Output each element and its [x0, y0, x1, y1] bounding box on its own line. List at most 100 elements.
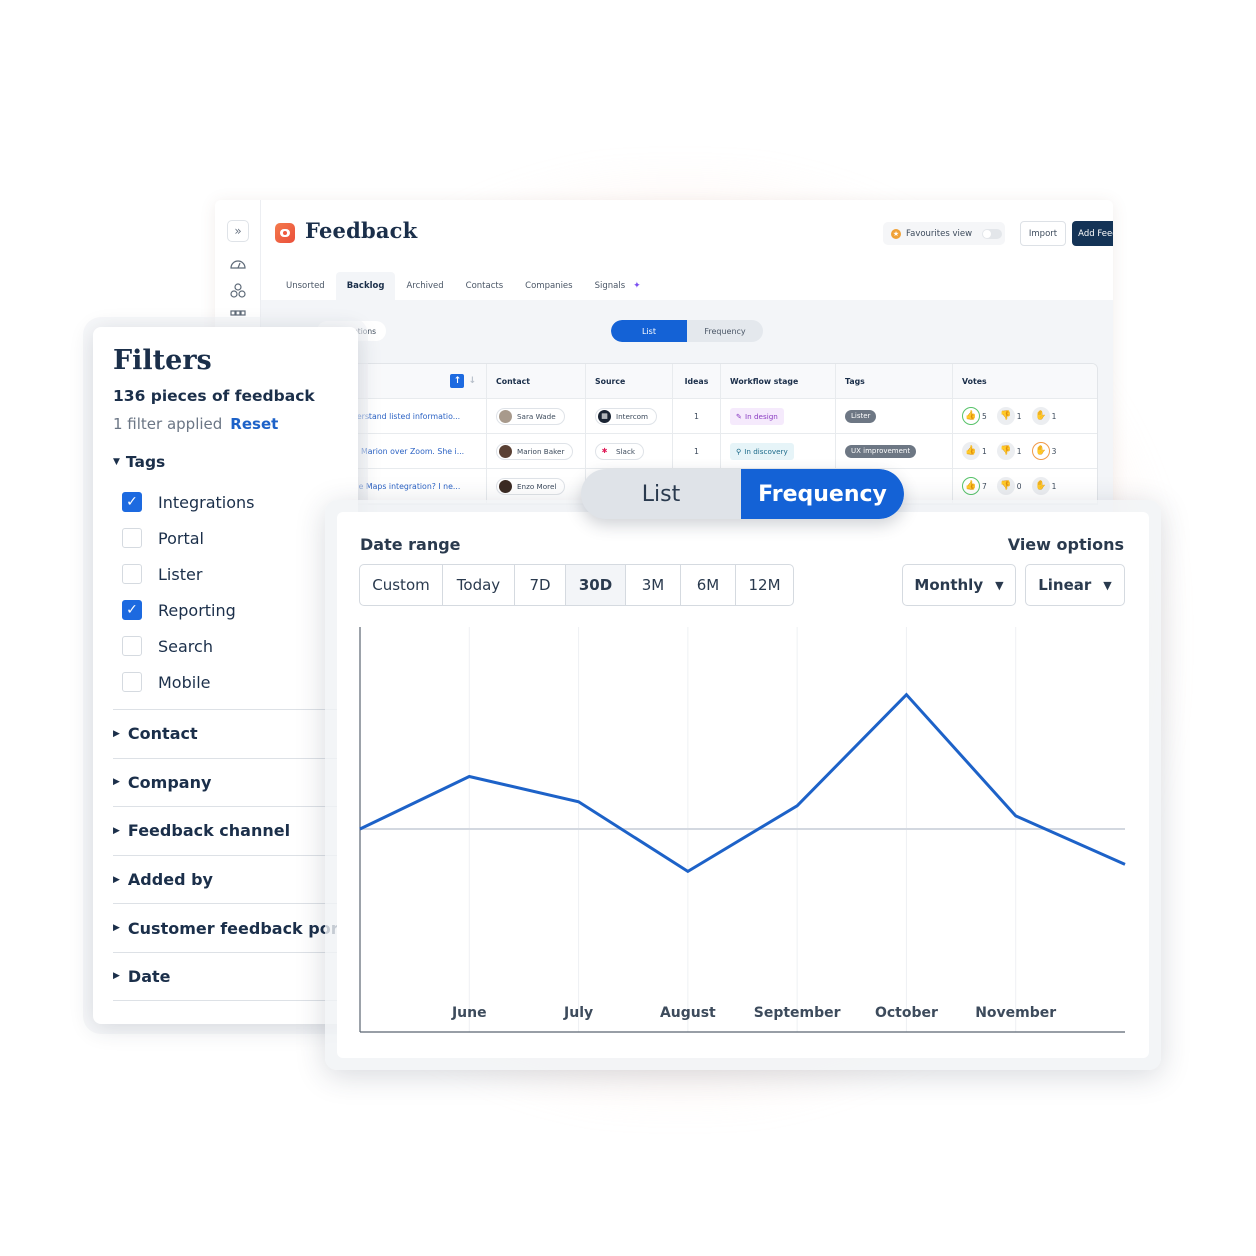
dropdown-caret-icon: ▼	[995, 578, 1004, 592]
section-label: Contact	[127, 724, 198, 744]
thumbs-up-icon: 👍	[962, 477, 980, 495]
range-12m-button[interactable]: 12M	[736, 565, 793, 605]
source-pill: ▦ Intercom	[595, 407, 658, 425]
tags-section-toggle[interactable]: ▼ Tags	[113, 453, 165, 471]
hand-vote[interactable]: ✋ 3	[1031, 442, 1056, 460]
reset-filters-link[interactable]: Reset	[230, 415, 278, 433]
filter-section-contact[interactable]: ▶ Contact	[113, 709, 343, 758]
x-tick-label: October	[875, 1005, 938, 1021]
tag-option-label: Reporting	[158, 600, 236, 620]
downvote[interactable]: 👎 1	[996, 442, 1022, 460]
checkbox[interactable]	[122, 564, 142, 584]
import-button[interactable]: Import	[1020, 221, 1066, 246]
column-header-contact[interactable]: Contact	[487, 364, 586, 398]
favourites-view-toggle[interactable]: ★ Favourites view	[883, 222, 1005, 245]
ideas-cluster-icon[interactable]	[229, 282, 247, 300]
grid-icon[interactable]	[229, 308, 247, 326]
hand-vote[interactable]: ✋ 1	[1031, 477, 1057, 495]
tab-label: Contacts	[465, 281, 504, 291]
range-30d-button[interactable]: 30D	[566, 565, 626, 605]
tag-badge: UX improvement	[845, 444, 917, 458]
tab-contacts[interactable]: Contacts	[455, 272, 515, 300]
tab-label: Backlog	[346, 281, 385, 291]
range-3m-button[interactable]: 3M	[626, 565, 681, 605]
feedback-title-link[interactable]: oogle Maps integration? I ne...	[342, 482, 476, 491]
frequency-view-button[interactable]: Frequency	[741, 469, 904, 519]
avatar	[499, 409, 512, 423]
downvote[interactable]: 👎 0	[996, 477, 1022, 495]
sort-ascending-icon[interactable]: ↑	[450, 374, 465, 388]
caret-right-icon: ▶	[113, 825, 120, 836]
filter-section-added-by[interactable]: ▶ Added by	[113, 854, 343, 904]
sort-descending-icon[interactable]: ↓	[468, 376, 476, 386]
checkbox-checked[interactable]: ✓	[122, 492, 142, 512]
tag-option-search[interactable]: Search	[122, 628, 255, 664]
range-7d-button[interactable]: 7D	[515, 565, 566, 605]
upvote[interactable]: 👍 7	[962, 477, 987, 495]
checkbox-checked[interactable]: ✓	[122, 600, 142, 620]
tab-label: Archived	[406, 281, 444, 291]
contact-pill[interactable]: Sara Wade	[496, 407, 565, 425]
column-header-votes[interactable]: Votes	[953, 364, 1097, 398]
tag-option-lister[interactable]: Lister	[122, 556, 255, 592]
vote-count: 1	[1051, 481, 1057, 491]
table-row[interactable]: understand listed informatio... Sara Wad…	[342, 399, 1097, 434]
list-view-button[interactable]: List	[581, 469, 741, 519]
feedback-title-link[interactable]: with Marion over Zoom. She i...	[342, 447, 476, 456]
filter-section-date[interactable]: ▶ Date	[113, 951, 343, 1001]
filter-section-feedback-channel[interactable]: ▶ Feedback channel	[113, 806, 343, 855]
column-header-tags[interactable]: Tags	[836, 364, 953, 398]
filter-section-customer-feedback-portal[interactable]: ▶ Customer feedback portal	[113, 903, 358, 952]
add-feedback-button[interactable]: Add Feedback	[1072, 221, 1113, 246]
tag-option-reporting[interactable]: ✓ Reporting	[122, 592, 255, 628]
contact-name: Sara Wade	[517, 411, 556, 421]
intercom-icon: ▦	[598, 409, 611, 423]
toggle-switch[interactable]	[982, 228, 1003, 239]
downvote[interactable]: 👎 1	[996, 407, 1022, 425]
hand-vote[interactable]: ✋ 1	[1031, 407, 1056, 425]
upvote[interactable]: 👍 5	[962, 407, 987, 425]
checkbox[interactable]	[122, 528, 142, 548]
checkbox[interactable]	[122, 636, 142, 656]
dropdown-caret-icon: ▼	[1103, 578, 1112, 592]
contact-pill[interactable]: Enzo Morel	[496, 477, 566, 495]
range-today-button[interactable]: Today	[443, 565, 515, 605]
feedback-title-link[interactable]: understand listed informatio...	[342, 412, 476, 421]
source-pill: ✱ Slack	[595, 442, 645, 460]
section-label: Company	[127, 772, 212, 792]
range-custom-button[interactable]: Custom	[360, 565, 443, 605]
column-header-source[interactable]: Source	[586, 364, 673, 398]
table-row[interactable]: with Marion over Zoom. She i... Marion B…	[342, 434, 1097, 469]
tab-companies[interactable]: Companies	[514, 272, 583, 300]
list-view-option[interactable]: List	[611, 320, 687, 342]
filter-section-company[interactable]: ▶ Company	[113, 757, 343, 807]
interval-value: Monthly	[914, 576, 984, 594]
scale-dropdown[interactable]: Linear ▼	[1025, 564, 1125, 606]
contact-pill[interactable]: Marion Baker	[496, 442, 574, 460]
expand-sidebar-button[interactable]: »	[227, 220, 249, 242]
dashboard-gauge-icon[interactable]	[229, 255, 247, 273]
avatar	[499, 444, 512, 458]
tag-option-portal[interactable]: Portal	[122, 520, 255, 556]
tab-label: Signals	[594, 281, 626, 291]
checkbox[interactable]	[122, 672, 142, 692]
tag-option-label: Portal	[158, 528, 204, 548]
tab-backlog[interactable]: Backlog	[335, 272, 396, 300]
frequency-view-option[interactable]: Frequency	[687, 320, 763, 342]
filter-sections: ▶ Contact ▶ Company ▶ Feedback channel ▶ Add…	[113, 709, 358, 1001]
interval-dropdown[interactable]: Monthly ▼	[902, 564, 1016, 606]
tab-label: Unsorted	[286, 281, 325, 291]
upvote[interactable]: 👍 1	[962, 442, 987, 460]
section-label: Date	[127, 966, 171, 986]
tab-signals[interactable]: Signals ✦	[584, 272, 652, 300]
column-header-workflow-stage[interactable]: Workflow stage	[721, 364, 836, 398]
feedback-logo-icon	[275, 223, 295, 243]
avatar	[499, 479, 512, 493]
tab-unsorted[interactable]: Unsorted	[275, 272, 336, 300]
column-header-ideas[interactable]: Ideas	[673, 364, 721, 398]
range-6m-button[interactable]: 6M	[681, 565, 736, 605]
tag-option-label: Integrations	[158, 492, 255, 512]
tab-archived[interactable]: Archived	[395, 272, 454, 300]
tag-option-integrations[interactable]: ✓ Integrations	[122, 484, 255, 520]
tag-option-mobile[interactable]: Mobile	[122, 664, 255, 700]
